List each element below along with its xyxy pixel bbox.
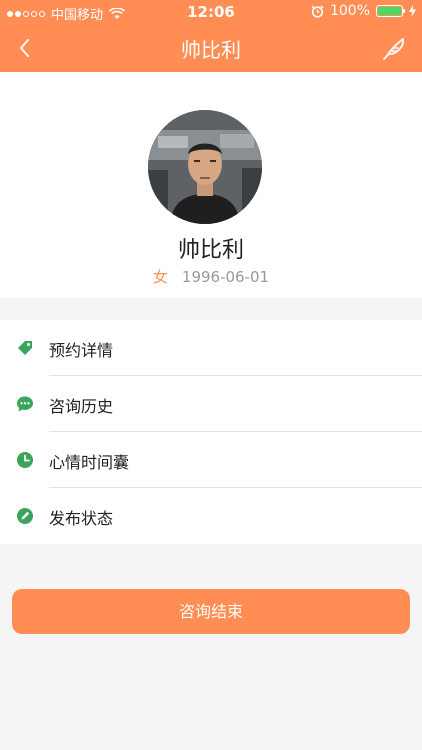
menu-item-post-status[interactable]: 发布状态 (0, 488, 422, 544)
profile-name: 帅比利 (177, 238, 244, 263)
menu-item-consult-history[interactable]: 咨询历史 (0, 376, 422, 432)
top-bar: 中国移动 12:06 100% 帅比利 (0, 0, 422, 72)
menu-item-appointment[interactable]: 预约详情 (0, 320, 422, 376)
clock-icon (17, 452, 33, 468)
menu-item-label: 咨询历史 (49, 397, 114, 416)
birthday-label: 1996-06-01 (181, 268, 270, 286)
avatar[interactable] (148, 110, 262, 224)
gender-label: 女 (152, 268, 168, 286)
menu-list: 预约详情 咨询历史 心情时间囊 发布状态 (0, 320, 422, 544)
tag-icon (18, 341, 32, 355)
menu-item-mood-capsule[interactable]: 心情时间囊 (0, 432, 422, 488)
menu-item-label: 预约详情 (49, 341, 114, 360)
nav-bar: 帅比利 (0, 24, 422, 72)
menu-item-label: 发布状态 (49, 509, 114, 528)
battery-icon (376, 5, 405, 17)
menu-item-label: 心情时间囊 (49, 453, 130, 472)
battery-percent: 100% (329, 3, 370, 19)
chat-icon (17, 396, 33, 412)
end-consultation-button[interactable]: 咨询结束 (12, 589, 410, 634)
page-title: 帅比利 (181, 38, 241, 62)
feather-icon[interactable] (380, 34, 408, 62)
status-bar: 中国移动 12:06 100% (0, 0, 422, 24)
profile-card: 帅比利 女 1996-06-01 (0, 72, 422, 298)
profile-meta: 女 1996-06-01 (0, 266, 422, 287)
edit-icon (17, 508, 33, 524)
alarm-icon (311, 4, 324, 18)
charging-icon (409, 5, 416, 17)
